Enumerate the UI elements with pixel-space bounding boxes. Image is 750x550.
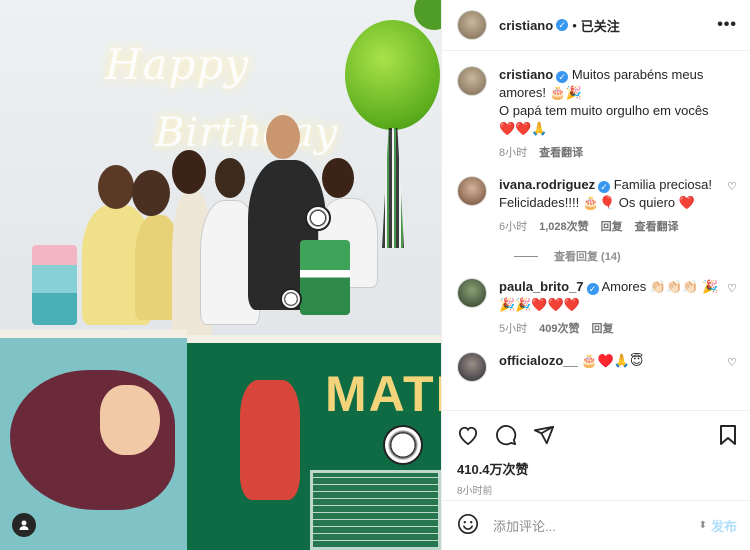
- comment-username[interactable]: officialozo__: [499, 353, 578, 368]
- post-header: cristiano ✓ • 已关注 •••: [442, 0, 750, 51]
- comment-like-icon[interactable]: ♡: [727, 356, 737, 369]
- comment-username[interactable]: paula_brito_7: [499, 279, 584, 294]
- caption: cristiano ✓ Muitos parabéns meus amores! …: [457, 66, 737, 162]
- view-replies-label: 查看回复 (14): [554, 251, 621, 263]
- commenter-avatar[interactable]: [457, 352, 487, 382]
- chevron-up-down-icon: ⬍: [698, 520, 707, 531]
- verified-icon: ✓: [556, 19, 569, 31]
- add-comment-bar: 添加评论... ⬍ 发布: [442, 500, 750, 550]
- comment-likes[interactable]: 1,028次赞: [539, 218, 589, 236]
- comment-like-icon[interactable]: ♡: [727, 180, 737, 193]
- reply-button[interactable]: 回复: [591, 320, 613, 338]
- like-heart-icon[interactable]: [457, 425, 479, 448]
- see-translation-link[interactable]: 查看翻译: [635, 218, 679, 236]
- follow-status[interactable]: 已关注: [581, 16, 620, 35]
- comment-time: 6小时: [499, 221, 528, 233]
- caption-username[interactable]: cristiano: [499, 67, 553, 82]
- likes-count[interactable]: 410.4万次赞: [457, 459, 737, 478]
- bookmark-icon[interactable]: [719, 424, 737, 449]
- author-avatar[interactable]: [457, 10, 487, 40]
- comment-input[interactable]: 添加评论...: [493, 516, 699, 535]
- comment-item: ivana.rodriguez ✓ Familia preciosa! Felic…: [457, 176, 737, 236]
- author-username[interactable]: cristiano: [499, 18, 553, 33]
- comment-like-icon[interactable]: ♡: [727, 282, 737, 295]
- instagram-post: Happy Birthday MATE: [0, 0, 750, 550]
- balloon: [345, 20, 440, 130]
- verified-icon: ✓: [556, 71, 569, 83]
- comment-time: 5小时: [499, 323, 528, 335]
- comment-text: 🎂♥️🙏😇: [581, 353, 644, 368]
- neon-sign-birthday: Birthday: [155, 110, 339, 156]
- emoji-icon[interactable]: [457, 513, 479, 538]
- commenter-avatar[interactable]: [457, 278, 487, 308]
- caption-text-2: O papá tem muito orgulho em vocês ❤️❤️🙏: [499, 103, 709, 136]
- mermaid-cake: [32, 245, 77, 325]
- post-photo[interactable]: Happy Birthday MATE: [0, 0, 441, 550]
- comments-list[interactable]: cristiano ✓ Muitos parabéns meus amores! …: [442, 52, 750, 410]
- post-comment-button[interactable]: 发布: [711, 516, 737, 535]
- comment-likes[interactable]: 409次赞: [539, 320, 579, 338]
- share-icon[interactable]: [533, 424, 555, 449]
- post-time: 8小时前: [457, 486, 493, 497]
- post-actions: 410.4万次赞 8小时前: [442, 410, 750, 497]
- comment-item: paula_brito_7 ✓ Amores 👏🏻👏🏻👏🏻 🎉🎉🎉❤️❤️❤️ 5…: [457, 278, 737, 338]
- mate-banner: MATE: [325, 366, 441, 422]
- see-translation-link[interactable]: 查看翻译: [539, 144, 583, 162]
- neon-sign-happy: Happy: [105, 40, 250, 89]
- commenter-avatar[interactable]: [457, 176, 487, 206]
- more-options-icon[interactable]: •••: [717, 16, 737, 34]
- comment-icon[interactable]: [495, 424, 517, 449]
- post-side-panel: cristiano ✓ • 已关注 ••• cristiano ✓ Muitos …: [441, 0, 750, 550]
- view-replies-button[interactable]: 查看回复 (14): [514, 248, 737, 264]
- caption-avatar[interactable]: [457, 66, 487, 96]
- verified-icon: ✓: [598, 181, 611, 193]
- comment-username[interactable]: ivana.rodriguez: [499, 177, 595, 192]
- tagged-user-icon[interactable]: [12, 513, 36, 537]
- reply-button[interactable]: 回复: [601, 218, 623, 236]
- comment-item: officialozo__ 🎂♥️🙏😇 ♡: [457, 352, 737, 382]
- caption-time: 8小时: [499, 147, 528, 159]
- football-cake: [300, 240, 350, 315]
- verified-icon: ✓: [586, 283, 599, 295]
